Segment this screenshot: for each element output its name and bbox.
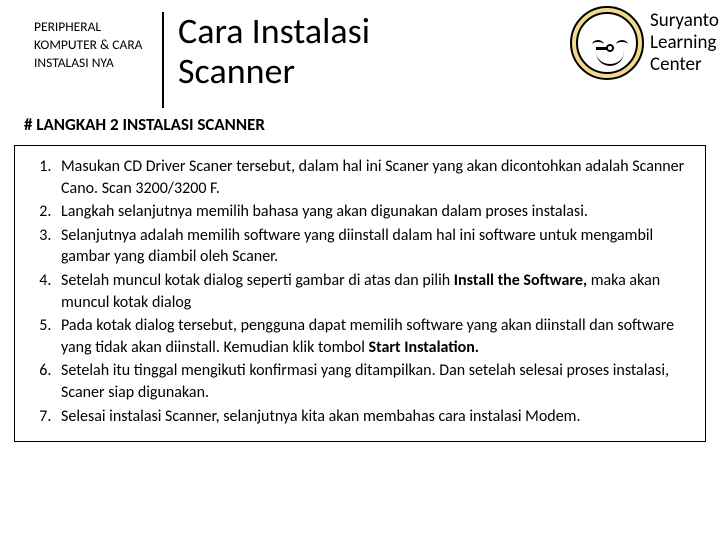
section-heading: # LANGKAH 2 INSTALASI SCANNER [0,108,720,141]
list-item: Masukan CD Driver Scaner tersebut, dalam… [55,156,687,199]
step-bold: Start Instalation. [369,338,480,357]
list-item: Pada kotak dialog tersebut, pengguna dap… [55,315,687,358]
list-item: Langkah selanjutnya memilih bahasa yang … [55,201,687,223]
title-line-2: Scanner [178,52,370,92]
step-text: Selanjutnya adalah memilih software yang… [61,226,653,267]
face-icon [570,6,644,80]
step-text: Selesai instalasi Scanner, selanjutnya k… [61,407,580,426]
brand-badge: Suryanto Learning Center [570,6,708,80]
step-text: Masukan CD Driver Scaner tersebut, dalam… [61,157,684,198]
title-line-1: Cara Instalasi [178,12,370,52]
step-text: Langkah selanjutnya memilih bahasa yang … [61,202,588,221]
steps-list: Masukan CD Driver Scaner tersebut, dalam… [33,156,687,427]
list-item: Selanjutnya adalah memilih software yang… [55,225,687,268]
step-text: Setelah itu tinggal mengikuti konfirmasi… [61,361,669,402]
list-item: Setelah itu tinggal mengikuti konfirmasi… [55,360,687,403]
vertical-divider [162,12,164,108]
list-item: Selesai instalasi Scanner, selanjutnya k… [55,406,687,428]
brand-name: Suryanto Learning Center [650,6,708,76]
content-box: Masukan CD Driver Scaner tersebut, dalam… [14,145,706,442]
kicker-text: PERIPHERAL KOMPUTER & CARA INSTALASI NYA [0,12,148,73]
page-title: Cara Instalasi Scanner [170,12,370,91]
list-item: Setelah muncul kotak dialog seperti gamb… [55,270,687,313]
step-bold: Install the Software, [454,271,591,290]
step-text: Setelah muncul kotak dialog seperti gamb… [61,271,454,290]
